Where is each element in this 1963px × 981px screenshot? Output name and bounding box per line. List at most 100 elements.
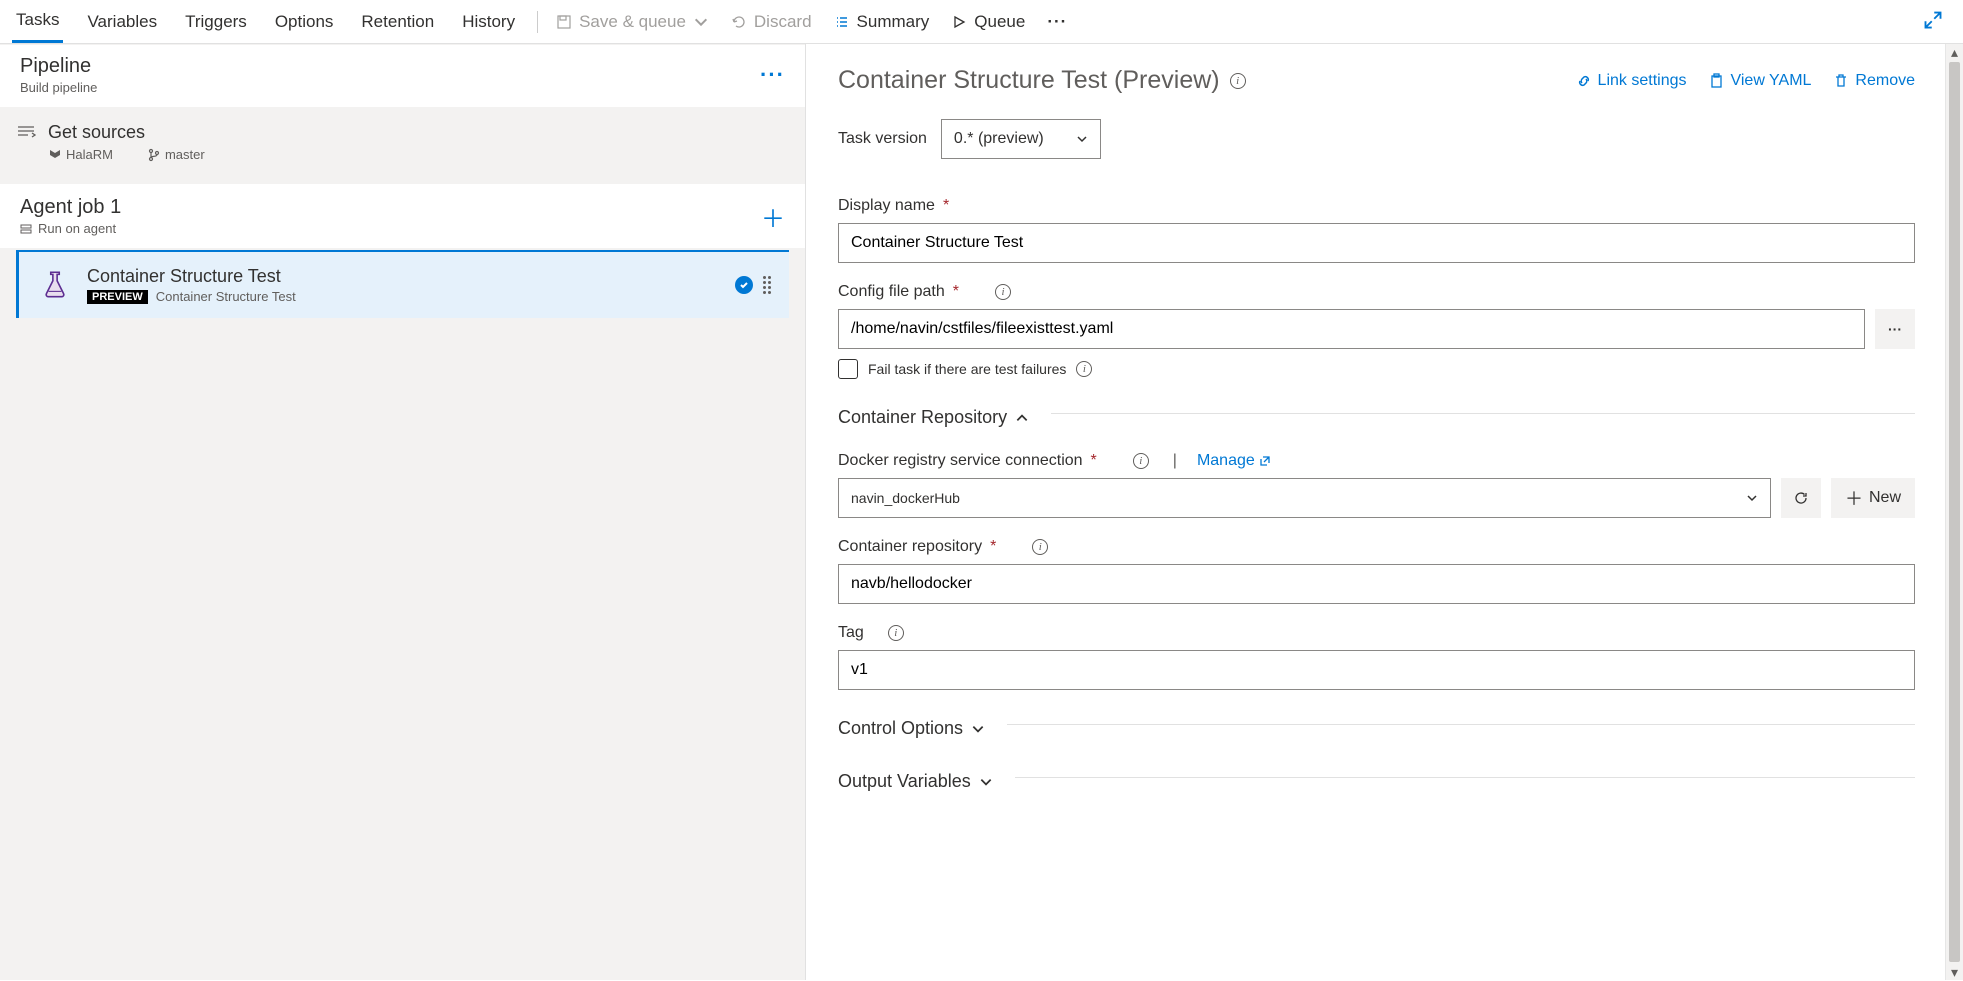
info-icon[interactable]: i xyxy=(1032,539,1048,555)
branch-name: master xyxy=(165,147,205,162)
summary-label: Summary xyxy=(857,12,930,32)
view-yaml-button[interactable]: View YAML xyxy=(1708,72,1811,90)
drag-handle-icon[interactable] xyxy=(763,276,771,294)
scroll-up-icon[interactable]: ▴ xyxy=(1946,44,1963,60)
fullscreen-icon[interactable] xyxy=(1923,10,1943,33)
tab-variables[interactable]: Variables xyxy=(83,0,161,43)
pipeline-title: Pipeline xyxy=(20,55,97,78)
clipboard-icon xyxy=(1708,73,1724,89)
pipeline-subtitle: Build pipeline xyxy=(20,80,97,95)
fail-task-row: Fail task if there are test failures i xyxy=(838,359,1915,379)
display-name-row: Display name * xyxy=(838,197,1915,263)
task-version-select[interactable]: 0.* (preview) xyxy=(941,119,1101,159)
task-title: Container Structure Test xyxy=(87,266,296,287)
fail-task-checkbox[interactable] xyxy=(838,359,858,379)
info-icon[interactable]: i xyxy=(1133,453,1149,469)
tab-retention[interactable]: Retention xyxy=(357,0,438,43)
repo-name: HalaRM xyxy=(66,147,113,162)
container-repo-label: Container repository xyxy=(838,538,982,556)
agent-job-card[interactable]: Agent job 1 Run on agent ＋ xyxy=(0,184,805,248)
undo-icon xyxy=(731,14,747,30)
queue-label: Queue xyxy=(974,12,1025,32)
discard-label: Discard xyxy=(754,12,812,32)
save-icon xyxy=(556,14,572,30)
tab-triggers[interactable]: Triggers xyxy=(181,0,251,43)
tag-input[interactable] xyxy=(838,650,1915,690)
control-options-section[interactable]: Control Options xyxy=(838,718,985,739)
docker-conn-select[interactable]: navin_dockerHub xyxy=(838,478,1771,518)
pipeline-card[interactable]: Pipeline Build pipeline ··· xyxy=(0,45,805,107)
queue-button[interactable]: Queue xyxy=(951,12,1025,32)
vertical-scrollbar[interactable]: ▴ ▾ xyxy=(1945,44,1963,980)
separator xyxy=(537,11,538,33)
remove-button[interactable]: Remove xyxy=(1833,72,1915,90)
pipeline-more-button[interactable]: ··· xyxy=(760,62,785,88)
server-icon xyxy=(20,223,32,235)
top-actions: Save & queue Discard Summary Queue ··· xyxy=(556,12,1067,32)
section-rule xyxy=(1051,413,1915,414)
info-icon[interactable]: i xyxy=(1230,73,1246,89)
preview-badge: PREVIEW xyxy=(87,290,148,304)
config-path-row: Config file path * i ··· Fail task if th… xyxy=(838,283,1915,379)
fail-task-label: Fail task if there are test failures xyxy=(868,361,1066,377)
trash-icon xyxy=(1833,73,1849,89)
separator: | xyxy=(1173,452,1177,470)
save-queue-button[interactable]: Save & queue xyxy=(556,12,709,32)
tab-options[interactable]: Options xyxy=(271,0,338,43)
tab-strip: Tasks Variables Triggers Options Retenti… xyxy=(12,0,519,43)
chevron-up-icon xyxy=(1015,411,1029,425)
display-name-label: Display name xyxy=(838,197,935,215)
branch-icon xyxy=(147,148,161,162)
detail-header: Container Structure Test (Preview) i Lin… xyxy=(838,66,1915,95)
get-sources-card[interactable]: Get sources HalaRM master xyxy=(0,108,805,176)
tag-row: Tag i xyxy=(838,624,1915,690)
flask-icon xyxy=(37,267,73,303)
required-marker: * xyxy=(953,283,959,301)
chevron-down-icon xyxy=(1746,492,1758,504)
info-icon[interactable]: i xyxy=(888,625,904,641)
discard-button[interactable]: Discard xyxy=(731,12,812,32)
browse-button[interactable]: ··· xyxy=(1875,309,1915,349)
scroll-down-icon[interactable]: ▾ xyxy=(1946,964,1963,980)
detail-title: Container Structure Test (Preview) i xyxy=(838,66,1246,95)
manage-link[interactable]: Manage xyxy=(1197,452,1271,470)
task-status-icon xyxy=(735,276,753,294)
required-marker: * xyxy=(943,197,949,215)
chevron-down-icon xyxy=(693,14,709,30)
config-path-input[interactable] xyxy=(838,309,1865,349)
required-marker: * xyxy=(990,538,996,556)
link-settings-button[interactable]: Link settings xyxy=(1576,72,1687,90)
task-sub: PREVIEW Container Structure Test xyxy=(87,289,296,304)
add-task-button[interactable]: ＋ xyxy=(761,199,785,234)
refresh-button[interactable] xyxy=(1781,478,1821,518)
summary-button[interactable]: Summary xyxy=(834,12,930,32)
container-repo-input[interactable] xyxy=(838,564,1915,604)
sources-icon xyxy=(16,122,36,140)
link-icon xyxy=(1576,73,1592,89)
docker-conn-label: Docker registry service connection xyxy=(838,452,1083,470)
list-icon xyxy=(834,14,850,30)
tab-tasks[interactable]: Tasks xyxy=(12,0,63,43)
repo-icon xyxy=(48,148,62,162)
external-link-icon xyxy=(1259,455,1271,467)
container-repo-section[interactable]: Container Repository xyxy=(838,407,1029,428)
info-icon[interactable]: i xyxy=(1076,361,1092,377)
section-rule xyxy=(1015,777,1915,778)
task-version-row: Task version 0.* (preview) xyxy=(838,119,1915,159)
top-bar: Tasks Variables Triggers Options Retenti… xyxy=(0,0,1963,44)
sources-meta: HalaRM master xyxy=(48,147,205,162)
left-panel: Pipeline Build pipeline ··· Get sources … xyxy=(0,44,806,980)
docker-conn-row: Docker registry service connection * i |… xyxy=(838,452,1915,518)
task-item[interactable]: Container Structure Test PREVIEW Contain… xyxy=(16,250,789,318)
sources-title: Get sources xyxy=(48,122,205,143)
info-icon[interactable]: i xyxy=(995,284,1011,300)
new-connection-button[interactable]: ＋ New xyxy=(1831,478,1915,518)
output-variables-section[interactable]: Output Variables xyxy=(838,771,993,792)
agent-job-title: Agent job 1 xyxy=(20,196,121,219)
tab-history[interactable]: History xyxy=(458,0,519,43)
more-button[interactable]: ··· xyxy=(1047,12,1067,32)
chevron-down-icon xyxy=(1076,133,1088,145)
right-panel: Container Structure Test (Preview) i Lin… xyxy=(806,44,1963,980)
display-name-input[interactable] xyxy=(838,223,1915,263)
task-version-label: Task version xyxy=(838,130,927,148)
